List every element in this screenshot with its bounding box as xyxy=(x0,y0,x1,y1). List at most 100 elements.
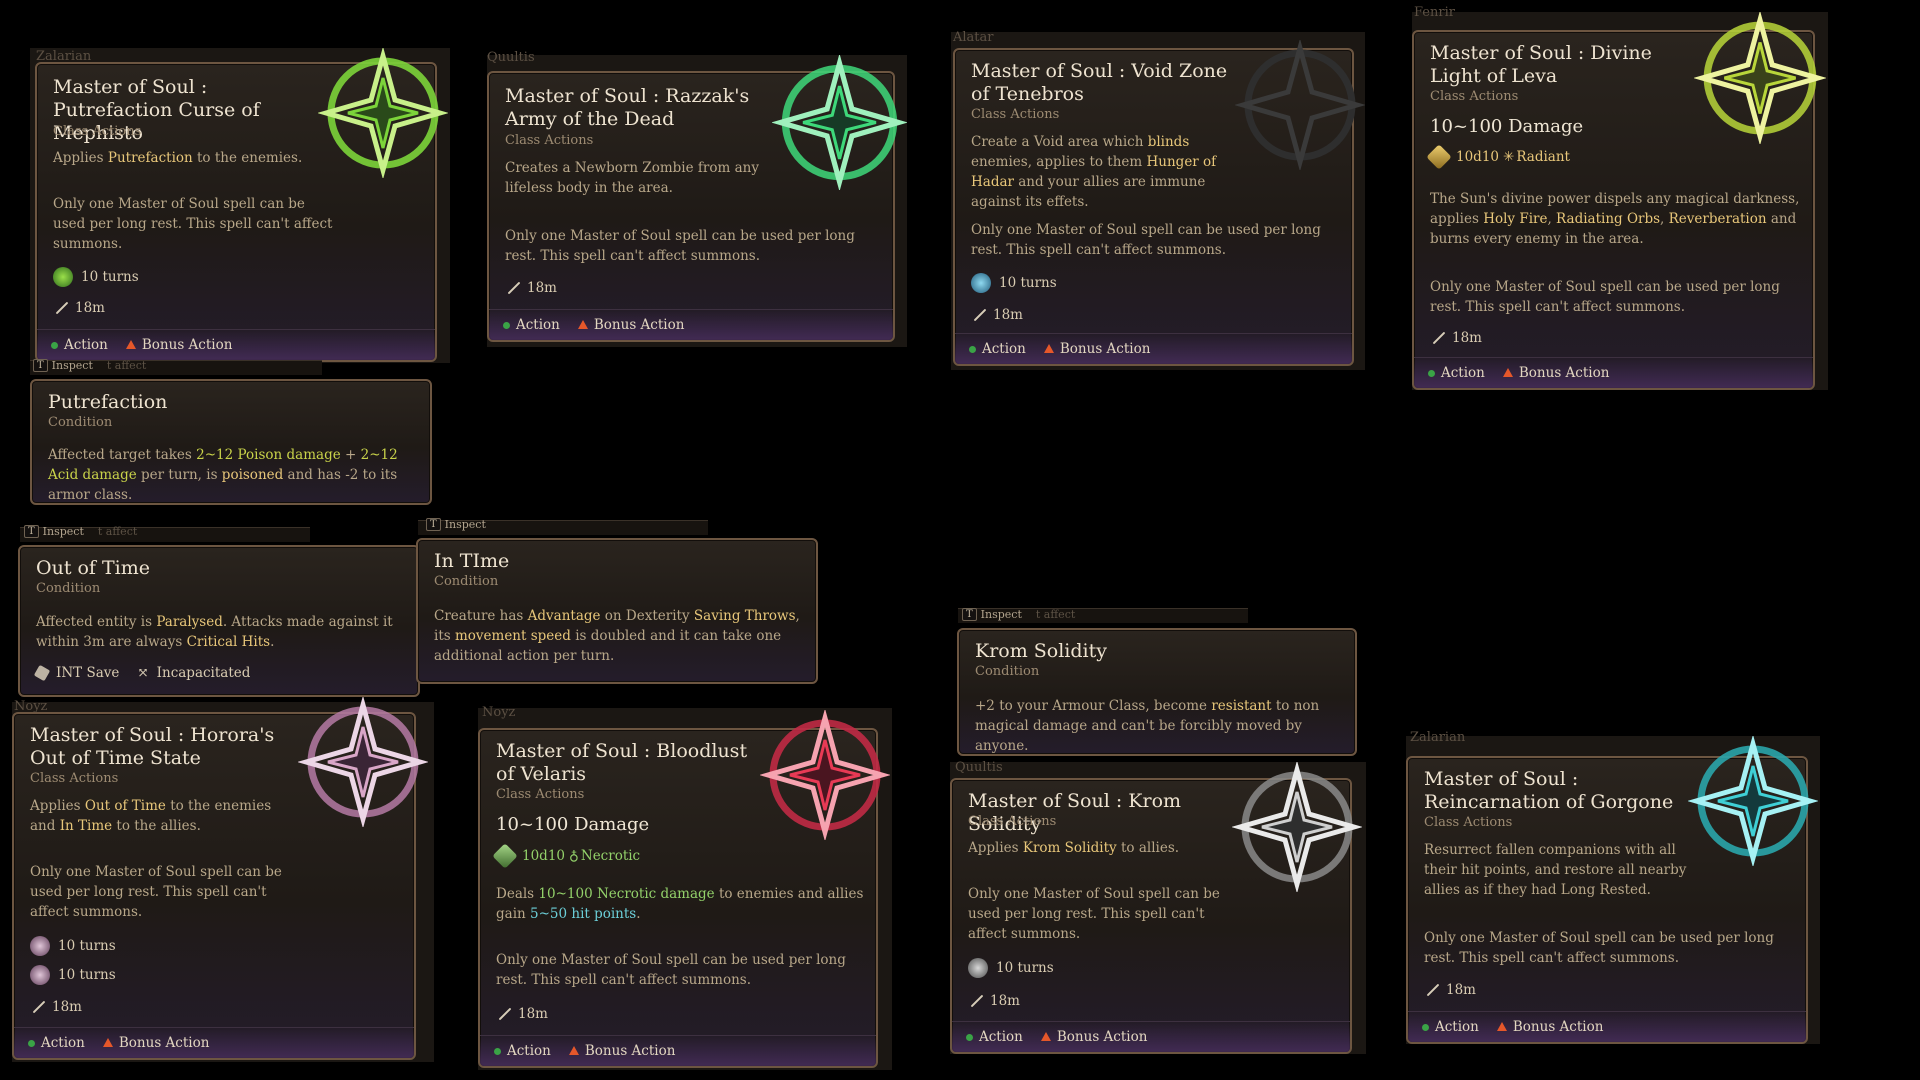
condition-title: Putrefaction xyxy=(48,391,168,413)
saving-throw-icon xyxy=(33,664,51,682)
range-row: 18m xyxy=(968,993,1020,1009)
divine-light-sigil-icon xyxy=(1694,12,1826,144)
spell-category: Class Actions xyxy=(505,133,594,148)
radiant-damage-icon xyxy=(1426,144,1452,170)
bonus-action-cost: Bonus Action xyxy=(568,1043,675,1059)
range-icon xyxy=(30,1000,44,1014)
bonus-action-cost: Bonus Action xyxy=(577,317,684,333)
range-icon xyxy=(968,994,982,1008)
owner-name: Quultis xyxy=(955,760,1003,775)
damage-dice-row: 10d10 ✳ Radiant xyxy=(1426,144,1570,170)
once-per-rest-note: Only one Master of Soul spell can be use… xyxy=(505,228,855,264)
action-cost-bar: Action Bonus Action xyxy=(1408,1011,1806,1042)
incapacitated-icon: ⤧ xyxy=(137,665,149,681)
range-row: 18m xyxy=(971,307,1023,323)
once-per-rest-note: Only one Master of Soul spell can be use… xyxy=(53,196,333,252)
inspect-key: T xyxy=(33,359,48,372)
owner-name: Zalarian xyxy=(1410,730,1466,745)
condition-tooltip-krom-solidity: Krom Solidity Condition +2 to your Armou… xyxy=(957,628,1357,756)
putrefaction-icon xyxy=(53,267,73,287)
condition-category: Condition xyxy=(434,574,499,589)
range-row: 18m xyxy=(53,300,105,316)
action-cost: Action xyxy=(966,1029,1023,1045)
bonus-action-cost: Bonus Action xyxy=(1043,341,1150,357)
duration-row: 10 turns xyxy=(53,267,139,287)
action-cost-bar: Action Bonus Action xyxy=(480,1035,876,1066)
range-row: 18m xyxy=(496,1006,548,1022)
spell-title: Master of Soul : Bloodlust of Velaris xyxy=(496,740,748,785)
range-row: 18m xyxy=(1430,330,1482,346)
owner-name: Noyz xyxy=(482,705,516,720)
owner-name: Fenrir xyxy=(1414,5,1455,20)
horora-sigil-icon xyxy=(298,697,428,827)
range-icon xyxy=(53,301,67,315)
range-row: 18m xyxy=(505,280,557,296)
void-zone-sigil-icon xyxy=(1235,40,1365,170)
range-icon xyxy=(1430,331,1444,345)
bonus-action-cost: Bonus Action xyxy=(1496,1019,1603,1035)
duration-row: 10 turns xyxy=(30,936,116,956)
inspect-hint[interactable]: T Inspect t affect xyxy=(962,608,1075,621)
bonus-action-cost: Bonus Action xyxy=(125,337,232,353)
inspect-key: T xyxy=(24,525,39,538)
bonus-action-cost: Bonus Action xyxy=(102,1035,209,1051)
necrotic-icon: ♁ xyxy=(569,848,579,864)
condition-category: Condition xyxy=(48,415,113,430)
range-icon xyxy=(1424,983,1438,997)
condition-tooltip-in-time: In TIme Condition Creature has Advantage… xyxy=(416,538,818,684)
spell-title: Master of Soul : Reincarnation of Gorgon… xyxy=(1424,768,1674,813)
bonus-action-cost: Bonus Action xyxy=(1502,365,1609,381)
once-per-rest-note: Only one Master of Soul spell can be use… xyxy=(1430,279,1780,315)
condition-title: Krom Solidity xyxy=(975,640,1107,662)
spell-description: Applies Out of Time to the enemies and I… xyxy=(30,798,272,834)
spell-category: Class Actions xyxy=(30,771,119,786)
out-of-time-icon xyxy=(30,936,50,956)
range-icon xyxy=(496,1007,510,1021)
spell-category: Class Actions xyxy=(53,124,142,139)
inspect-key: T xyxy=(426,518,441,531)
damage-range: 10~100 Damage xyxy=(1430,116,1584,137)
condition-description: Creature has Advantage on Dexterity Savi… xyxy=(434,608,800,664)
spell-category: Class Actions xyxy=(968,814,1057,829)
condition-description: Affected target takes 2~12 Poison damage… xyxy=(48,447,398,503)
krom-solidity-icon xyxy=(968,958,988,978)
necrotic-damage-icon xyxy=(492,843,518,869)
once-per-rest-note: Only one Master of Soul spell can be use… xyxy=(30,864,282,920)
once-per-rest-note: Only one Master of Soul spell can be use… xyxy=(1424,930,1774,966)
radiant-icon: ✳ xyxy=(1503,149,1515,165)
inspect-hint[interactable]: T Inspect xyxy=(426,518,486,531)
spell-title: Master of Soul : Divine Light of Leva xyxy=(1430,42,1652,87)
condition-description: Affected entity is Paralysed. Attacks ma… xyxy=(36,614,393,650)
inspect-hint[interactable]: T Inspect t affect xyxy=(24,525,137,538)
spell-category: Class Actions xyxy=(1430,89,1519,104)
action-cost-bar: Action Bonus Action xyxy=(952,1021,1350,1052)
duration-row: 10 turns xyxy=(968,958,1054,978)
action-cost: Action xyxy=(1422,1019,1479,1035)
spell-title: Master of Soul : Krom Solidity xyxy=(968,790,1182,835)
action-cost-bar: Action Bonus Action xyxy=(955,333,1352,364)
spell-category: Class Actions xyxy=(971,107,1060,122)
action-cost: Action xyxy=(494,1043,551,1059)
save-status-row: INT Save ⤧ Incapacitated xyxy=(33,664,250,682)
action-cost-bar: Action Bonus Action xyxy=(37,329,435,360)
condition-title: Out of Time xyxy=(36,557,151,579)
spell-title: Master of Soul : Horora's Out of Time St… xyxy=(30,724,275,769)
inspect-hint[interactable]: T Inspect t affect xyxy=(33,359,146,372)
range-row: 18m xyxy=(1424,982,1476,998)
duration-row: 10 turns xyxy=(971,273,1057,293)
razzak-sigil-icon xyxy=(772,55,907,190)
condition-category: Condition xyxy=(975,664,1040,679)
spell-category: Class Actions xyxy=(496,787,585,802)
in-time-icon xyxy=(30,965,50,985)
condition-description: +2 to your Armour Class, become resistan… xyxy=(975,698,1320,754)
condition-tooltip-putrefaction: Putrefaction Condition Affected target t… xyxy=(30,379,432,505)
spell-category: Class Actions xyxy=(1424,815,1513,830)
condition-title: In TIme xyxy=(434,550,510,572)
spell-description: Resurrect fallen companions with all the… xyxy=(1424,842,1687,898)
spell-description: Create a Void area which blinds enemies,… xyxy=(971,134,1217,210)
inspect-key: T xyxy=(962,608,977,621)
range-row: 18m xyxy=(30,999,82,1015)
spell-description: Applies Krom Solidity to allies. xyxy=(968,840,1180,856)
condition-tooltip-out-of-time: Out of Time Condition Affected entity is… xyxy=(18,545,420,697)
owner-name: Quultis xyxy=(487,50,535,65)
